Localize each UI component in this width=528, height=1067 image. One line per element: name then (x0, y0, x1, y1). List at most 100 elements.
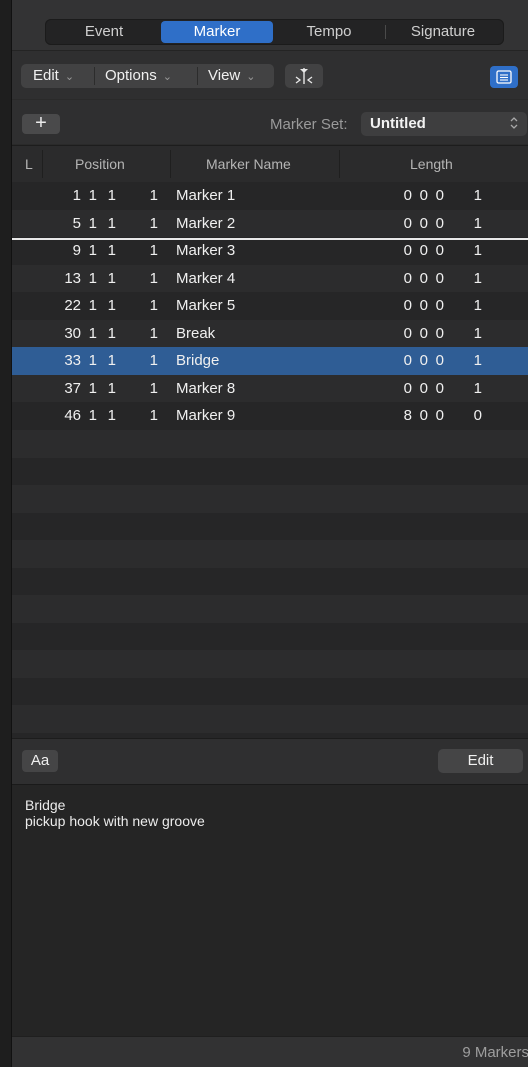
position-tick: 1 (149, 214, 158, 232)
length-division: 0 (435, 297, 444, 314)
chevron-down-icon: ⌄ (246, 71, 256, 83)
column-divider (170, 150, 171, 178)
marker-name-column-header[interactable]: Marker Name (206, 156, 291, 172)
options-menu[interactable]: Options ⌄ (105, 64, 172, 88)
length-beats: 0 (419, 242, 428, 259)
empty-row (12, 484, 528, 513)
edit-text-button[interactable]: Edit (438, 749, 523, 773)
length-ticks: 1 (473, 187, 482, 204)
position-beat: 1 (88, 324, 97, 342)
position-bar: 33 (64, 352, 81, 369)
position-division: 1 (107, 324, 116, 342)
empty-row (12, 457, 528, 485)
tab-event[interactable]: Event (49, 21, 159, 43)
length-column-header[interactable]: Length (410, 156, 453, 172)
marker-row[interactable]: 9 1 1 1 Marker 30001 (12, 237, 528, 265)
marker-row[interactable]: 46 1 1 1 Marker 98000 (12, 402, 528, 430)
marker-list-window: Event Marker Tempo Signature Edit ⌄ Optio… (11, 0, 528, 1067)
empty-row (12, 512, 528, 540)
tab-marker[interactable]: Marker (161, 21, 273, 43)
playhead-line (12, 238, 528, 240)
position-column-header[interactable]: Position (75, 156, 125, 172)
view-menu[interactable]: View ⌄ (208, 64, 255, 88)
position-bar: 46 (64, 407, 81, 424)
marker-count: 9 Markers (462, 1044, 528, 1061)
marker-row[interactable]: 1 1 1 1 Marker 10001 (12, 182, 528, 210)
position-tick: 1 (149, 242, 158, 259)
position-division: 1 (107, 407, 116, 424)
length-bars: 0 (403, 269, 412, 287)
marker-row[interactable]: 30 1 1 1 Break 0 0 0 1 (12, 319, 528, 347)
marker-name: Marker 2 (176, 214, 236, 232)
position-beat: 1 (88, 242, 97, 259)
tab-divider (385, 25, 386, 39)
position-beat: 1 (88, 214, 97, 232)
length-bars: 8 (403, 407, 412, 424)
length-bars: 0 (403, 242, 412, 259)
position-division: 1 (107, 187, 116, 204)
position-beat: 1 (88, 407, 97, 424)
toolbar: Edit ⌄ Options ⌄ View ⌄ (12, 51, 528, 99)
list-type-segmented-control: Event Marker Tempo Signature (45, 19, 504, 45)
options-menu-label: Options (105, 67, 157, 84)
edit-menu[interactable]: Edit ⌄ (33, 64, 74, 88)
marker-row[interactable]: 13 1 1 1 Marker 40001 (12, 264, 528, 292)
position-division: 1 (107, 297, 116, 314)
edit-menu-label: Edit (33, 67, 59, 84)
marker-set-value: Untitled (370, 115, 426, 132)
marker-row[interactable]: 22 1 1 1 Marker 50001 (12, 292, 528, 320)
position-tick: 1 (149, 324, 158, 342)
add-marker-button[interactable]: + (22, 113, 60, 134)
position-division: 1 (107, 214, 116, 232)
view-menu-label: View (208, 67, 241, 84)
marker-name: Marker 4 (176, 269, 236, 287)
marker-row[interactable]: 37 1 1 1 Marker 80001 (12, 374, 528, 402)
marker-text-area[interactable]: Bridge pickup hook with new groove (12, 784, 528, 1036)
marker-text-body: pickup hook with new groove (25, 813, 205, 829)
length-bars: 0 (403, 324, 412, 342)
empty-row (12, 594, 528, 623)
up-down-arrows-icon (509, 114, 519, 133)
length-bars: 0 (403, 379, 412, 397)
position-beat: 1 (88, 379, 97, 397)
empty-row (12, 649, 528, 678)
position-division: 1 (107, 352, 116, 369)
marker-text-title: Bridge (25, 797, 66, 813)
length-division: 0 (435, 187, 444, 204)
position-division: 1 (107, 269, 116, 287)
lock-column-header[interactable]: L (25, 156, 33, 172)
catch-playhead-button[interactable] (285, 64, 323, 88)
tab-tempo[interactable]: Tempo (275, 21, 383, 43)
chevron-down-icon: ⌄ (162, 71, 172, 83)
length-beats: 0 (419, 352, 428, 369)
column-divider (339, 150, 340, 178)
position-bar: 13 (64, 269, 81, 287)
length-ticks: 0 (473, 407, 482, 424)
length-division: 0 (435, 324, 444, 342)
position-beat: 1 (88, 269, 97, 287)
empty-row (12, 567, 528, 595)
length-division: 0 (435, 352, 444, 369)
position-tick: 1 (149, 379, 158, 397)
tab-signature[interactable]: Signature (387, 21, 499, 43)
length-division: 0 (435, 407, 444, 424)
position-bar: 30 (64, 324, 81, 342)
position-tick: 1 (149, 352, 158, 369)
marker-row[interactable]: 5 1 1 1 Marker 20001 (12, 209, 528, 237)
length-ticks: 1 (473, 379, 482, 397)
list-view-button[interactable] (490, 66, 518, 88)
status-footer: 9 Markers (12, 1036, 528, 1067)
length-beats: 0 (419, 407, 428, 424)
marker-set-label: Marker Set: (270, 116, 348, 133)
marker-set-select[interactable]: Untitled (361, 112, 527, 136)
position-tick: 1 (149, 407, 158, 424)
font-button[interactable]: Aa (22, 750, 58, 772)
marker-name: Marker 1 (176, 187, 236, 204)
marker-row[interactable]: 33 1 1 1 Bridge 0 0 0 1 (12, 347, 528, 375)
position-bar: 37 (64, 379, 81, 397)
marker-name: Break (176, 324, 216, 342)
position-bar: 5 (72, 214, 81, 232)
empty-row (12, 704, 528, 733)
marker-text-toolbar: Aa Edit (12, 738, 528, 785)
length-division: 0 (435, 214, 444, 232)
